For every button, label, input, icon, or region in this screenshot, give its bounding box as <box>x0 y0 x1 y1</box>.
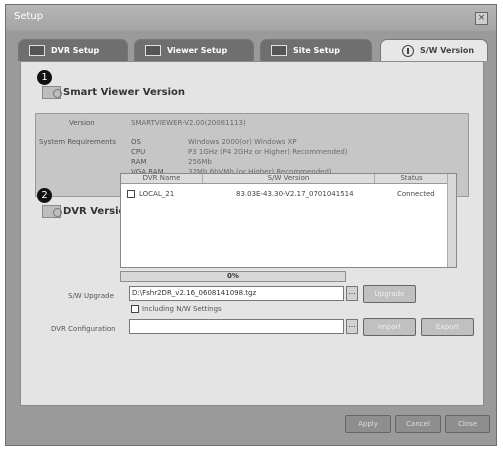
tab-site-setup[interactable]: Site Setup <box>260 39 372 61</box>
dvr-icon <box>29 45 45 56</box>
smart-viewer-title: Smart Viewer Version <box>63 87 186 98</box>
req-cpu-value: P3 1GHz (P4 2GHz or Higher) Recommended) <box>188 148 348 156</box>
setup-window: Setup × DVR Setup Viewer Setup Site Setu… <box>5 4 497 446</box>
req-ram-key: RAM <box>131 158 147 166</box>
col-status[interactable]: Status <box>375 174 449 184</box>
col-sw-version[interactable]: S/W Version <box>203 174 375 184</box>
title-bar: Setup × <box>6 5 496 31</box>
site-icon <box>271 45 287 56</box>
tool-icon <box>145 45 161 56</box>
import-button[interactable]: Import <box>363 318 416 336</box>
close-icon[interactable]: × <box>475 12 488 25</box>
row-sw-version: 83.03E-43.30-V2.17_0701041514 <box>236 190 354 198</box>
table-scrollbar[interactable] <box>447 174 456 267</box>
smart-viewer-icon <box>42 86 62 99</box>
info-icon <box>402 45 414 57</box>
tab-strip: DVR Setup Viewer Setup Site Setup S/W Ve… <box>18 39 488 61</box>
dvr-config-label: DVR Configuration <box>51 325 116 333</box>
req-ram-value: 256Mb <box>188 158 212 166</box>
tab-label: Site Setup <box>293 46 340 55</box>
sw-upgrade-label: S/W Upgrade <box>68 292 114 300</box>
req-os-value: Windows 2000(or) Windows XP <box>188 138 297 146</box>
callout-badge-2: 2 <box>37 188 52 203</box>
row-status: Connected <box>397 190 435 198</box>
dvr-version-icon <box>42 205 62 218</box>
upgrade-progress: 0% <box>120 271 346 282</box>
apply-button[interactable]: Apply <box>345 415 391 433</box>
including-nw-checkbox[interactable] <box>131 305 139 313</box>
version-value: SMARTVIEWER-V2.00(20081113) <box>131 119 246 127</box>
req-cpu-key: CPU <box>131 148 146 156</box>
export-button[interactable]: Export <box>421 318 474 336</box>
dvr-config-input[interactable] <box>129 319 344 334</box>
cancel-button[interactable]: Cancel <box>395 415 441 433</box>
row-dvr-name: LOCAL_21 <box>139 190 175 198</box>
tab-label: DVR Setup <box>51 46 100 55</box>
tab-sw-version[interactable]: S/W Version <box>380 39 488 61</box>
requirements-label: System Requirements <box>39 138 116 146</box>
including-nw-label: Including N/W Settings <box>142 305 222 313</box>
upgrade-button[interactable]: Upgrade <box>363 285 416 303</box>
version-label: Version <box>69 119 95 127</box>
tab-label: Viewer Setup <box>167 46 228 55</box>
callout-badge-1: 1 <box>37 70 52 85</box>
req-os-key: OS <box>131 138 141 146</box>
tab-dvr-setup[interactable]: DVR Setup <box>18 39 128 61</box>
tab-viewer-setup[interactable]: Viewer Setup <box>134 39 254 61</box>
window-title: Setup <box>14 11 44 22</box>
row-checkbox[interactable] <box>127 190 135 198</box>
sw-upgrade-path-input[interactable]: D:\Fshr2DR_v2.16_0608141098.tgz <box>129 286 344 301</box>
col-dvr-name[interactable]: DVR Name <box>121 174 203 184</box>
dvr-config-browse-button[interactable]: ... <box>346 319 358 334</box>
dvr-table: DVR Name S/W Version Status LOCAL_21 83.… <box>120 173 457 268</box>
sw-upgrade-browse-button[interactable]: ... <box>346 286 358 301</box>
tab-label: S/W Version <box>420 46 475 55</box>
close-button[interactable]: Close <box>445 415 490 433</box>
